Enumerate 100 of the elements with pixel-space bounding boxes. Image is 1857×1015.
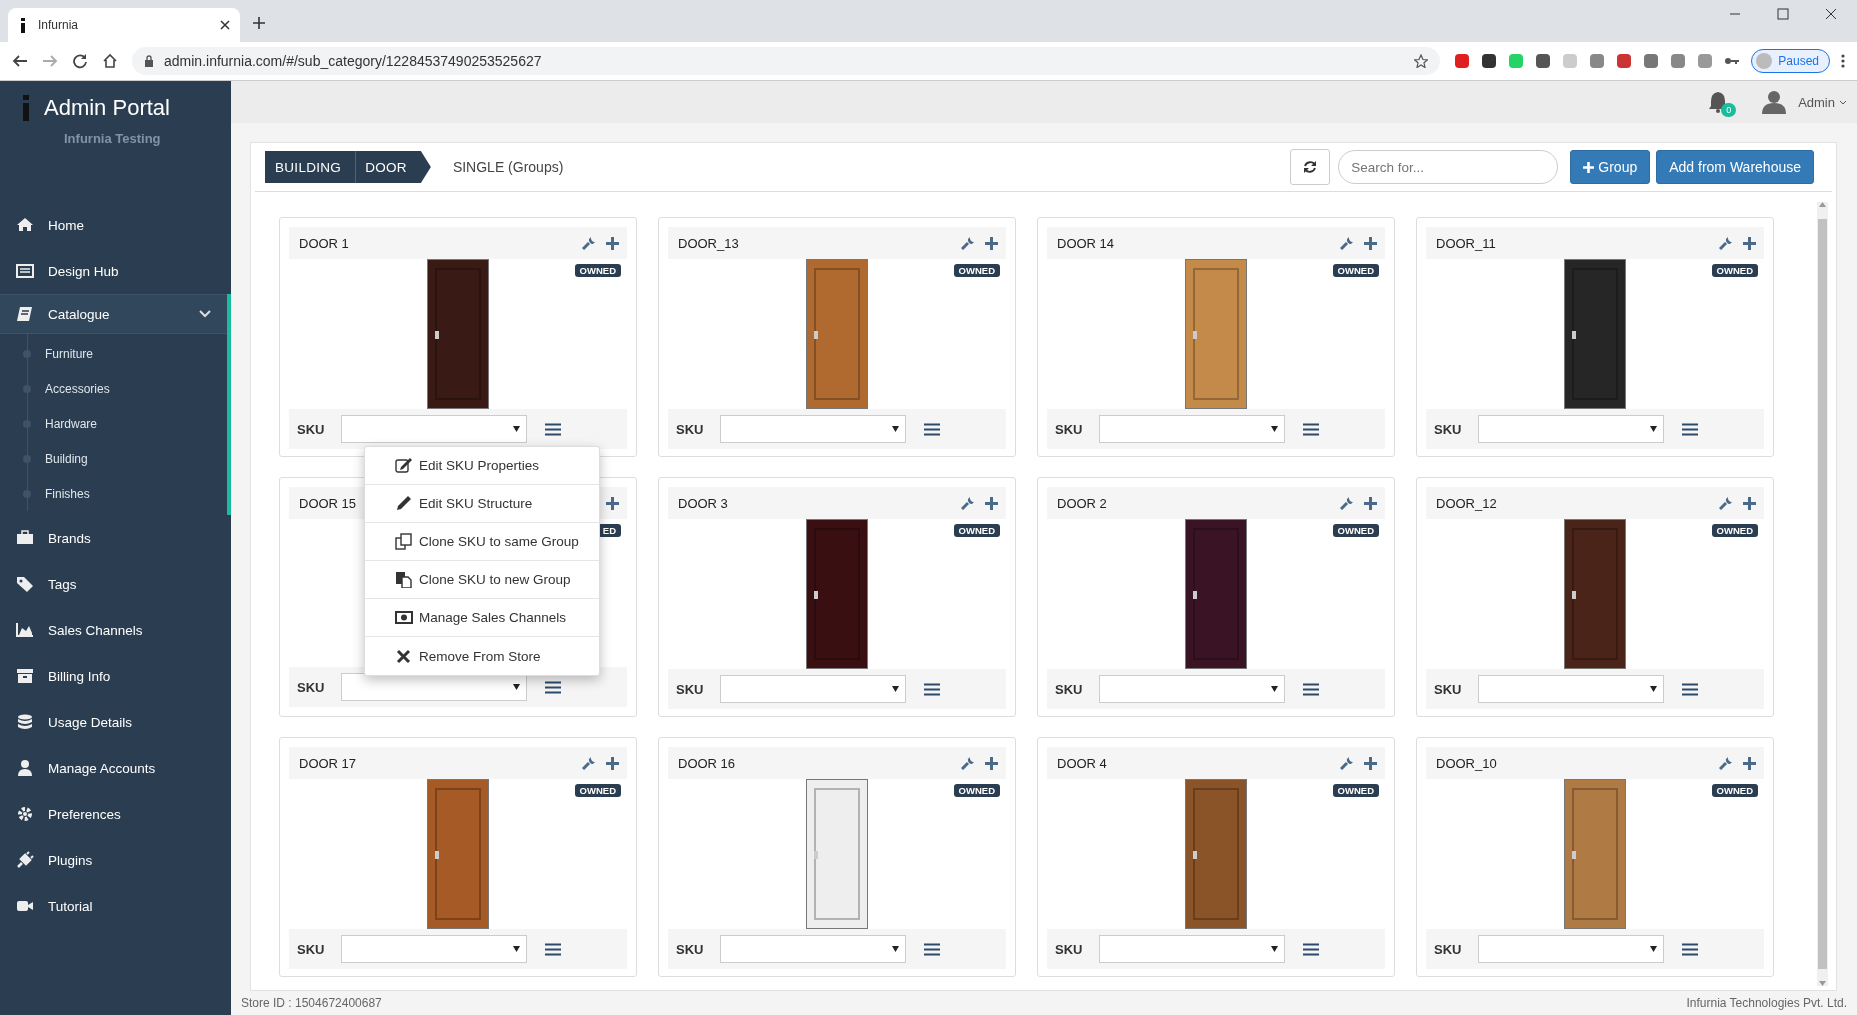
hamburger-menu-icon[interactable] bbox=[545, 942, 561, 956]
caret-icon bbox=[892, 946, 899, 952]
browser-tab[interactable]: Infurnia bbox=[8, 8, 240, 42]
sidebar-item[interactable]: Brands bbox=[0, 515, 231, 561]
back-icon[interactable] bbox=[12, 53, 28, 69]
card-title: DOOR 15 bbox=[299, 495, 357, 511]
plus-icon[interactable] bbox=[1364, 496, 1377, 510]
menu-item[interactable]: Manage Sales Channels bbox=[365, 599, 599, 637]
hamburger-menu-icon[interactable] bbox=[545, 422, 561, 436]
hamburger-menu-icon[interactable] bbox=[924, 942, 940, 956]
breadcrumb-item[interactable]: DOOR bbox=[355, 151, 431, 183]
owned-badge: OWNED bbox=[953, 264, 1000, 277]
menu-item[interactable]: Remove From Store bbox=[365, 637, 599, 675]
plus-icon[interactable] bbox=[1743, 496, 1756, 510]
hamburger-menu-icon[interactable] bbox=[1303, 942, 1319, 956]
plus-icon[interactable] bbox=[606, 496, 619, 510]
star-icon[interactable] bbox=[1414, 54, 1429, 68]
owned-badge: OWNED bbox=[953, 784, 1000, 797]
hamburger-menu-icon[interactable] bbox=[924, 422, 940, 436]
sku-label: SKU bbox=[1055, 421, 1084, 437]
wrench-icon[interactable] bbox=[1719, 496, 1733, 510]
sidebar-item[interactable]: Preferences bbox=[0, 791, 231, 837]
hamburger-menu-icon[interactable] bbox=[1682, 422, 1698, 436]
extension-icon[interactable] bbox=[1481, 53, 1498, 69]
owned-badge: OWNED bbox=[1332, 524, 1379, 537]
plus-icon[interactable] bbox=[985, 236, 998, 250]
sidebar-item[interactable]: Usage Details bbox=[0, 699, 231, 745]
scrollbar[interactable] bbox=[1817, 202, 1828, 986]
sidebar-item[interactable]: Catalogue bbox=[0, 294, 227, 334]
sidebar-item[interactable]: Manage Accounts bbox=[0, 745, 231, 791]
close-icon[interactable] bbox=[220, 20, 230, 30]
menu-icon[interactable] bbox=[1841, 53, 1845, 69]
home-icon[interactable] bbox=[102, 53, 118, 69]
submenu-item[interactable]: Building bbox=[45, 451, 88, 466]
wrench-icon[interactable] bbox=[582, 756, 596, 770]
user-menu[interactable]: Admin bbox=[1798, 94, 1847, 110]
card-title: DOOR_13 bbox=[678, 235, 739, 251]
menu-item[interactable]: Edit SKU Structure bbox=[365, 485, 599, 523]
hamburger-menu-icon[interactable] bbox=[545, 680, 561, 694]
breadcrumb-item[interactable]: BUILDING bbox=[265, 151, 356, 183]
plus-icon[interactable] bbox=[985, 496, 998, 510]
sku-label: SKU bbox=[1434, 941, 1463, 957]
menu-item-icon bbox=[395, 533, 413, 550]
maximize-icon[interactable] bbox=[1777, 8, 1789, 20]
sidebar-item[interactable]: Home bbox=[0, 202, 231, 248]
menu-item[interactable]: Clone SKU to same Group bbox=[365, 523, 599, 561]
wrench-icon[interactable] bbox=[1340, 756, 1354, 770]
wrench-icon[interactable] bbox=[961, 756, 975, 770]
menu-item[interactable]: Clone SKU to new Group bbox=[365, 561, 599, 599]
hamburger-menu-icon[interactable] bbox=[1682, 682, 1698, 696]
card-title: DOOR 17 bbox=[299, 755, 357, 771]
submenu-item[interactable]: Accessories bbox=[45, 381, 110, 396]
menu-item[interactable]: Edit SKU Properties bbox=[365, 447, 599, 485]
hamburger-menu-icon[interactable] bbox=[924, 682, 940, 696]
plus-icon[interactable] bbox=[985, 756, 998, 770]
plus-icon[interactable] bbox=[606, 756, 619, 770]
submenu-item[interactable]: Furniture bbox=[45, 346, 94, 361]
wrench-icon[interactable] bbox=[582, 236, 596, 250]
menu-item-icon bbox=[395, 495, 413, 512]
new-tab-icon[interactable] bbox=[252, 16, 266, 30]
add-group-button[interactable]: Group bbox=[1570, 150, 1651, 184]
wrench-icon[interactable] bbox=[1719, 236, 1733, 250]
sidebar-item[interactable]: Billing Info bbox=[0, 653, 231, 699]
add-from-warehouse-button[interactable]: Add from Warehouse bbox=[1656, 150, 1814, 184]
sidebar-item[interactable]: Tutorial bbox=[0, 883, 231, 929]
wrench-icon[interactable] bbox=[961, 236, 975, 250]
wrench-icon[interactable] bbox=[961, 496, 975, 510]
hamburger-menu-icon[interactable] bbox=[1303, 682, 1319, 696]
close-icon[interactable] bbox=[1825, 8, 1837, 20]
owned-badge: OWNED bbox=[1711, 784, 1758, 797]
hamburger-menu-icon[interactable] bbox=[1682, 942, 1698, 956]
sidebar-item[interactable]: Design Hub bbox=[0, 248, 231, 294]
wrench-icon[interactable] bbox=[1719, 756, 1733, 770]
wrench-icon[interactable] bbox=[1340, 496, 1354, 510]
reload-icon[interactable] bbox=[72, 53, 88, 69]
card-title: DOOR 16 bbox=[678, 755, 736, 771]
sidebar-item[interactable]: Tags bbox=[0, 561, 231, 607]
hamburger-menu-icon[interactable] bbox=[1303, 422, 1319, 436]
wrench-icon[interactable] bbox=[1340, 236, 1354, 250]
search-field[interactable]: Search for... bbox=[1338, 150, 1559, 184]
plus-icon[interactable] bbox=[1743, 236, 1756, 250]
refresh-button[interactable] bbox=[1290, 149, 1331, 185]
address-bar[interactable]: admin.infurnia.com/#/sub_category/12284537490253525627 bbox=[132, 47, 1441, 75]
sku-label: SKU bbox=[297, 941, 326, 957]
plus-icon[interactable] bbox=[606, 236, 619, 250]
submenu-item[interactable]: Finishes bbox=[45, 486, 90, 501]
plus-icon[interactable] bbox=[1743, 756, 1756, 770]
nav-icon bbox=[16, 713, 34, 731]
profile-button[interactable]: Paused bbox=[1751, 49, 1830, 73]
notification-count: 0 bbox=[1721, 103, 1737, 117]
nav-icon bbox=[16, 805, 34, 823]
plus-icon[interactable] bbox=[1364, 236, 1377, 250]
owned-badge: OWNED bbox=[1711, 264, 1758, 277]
chevron-icon[interactable] bbox=[199, 310, 211, 318]
sidebar-item[interactable]: Plugins bbox=[0, 837, 231, 883]
extension-icon[interactable] bbox=[1535, 53, 1552, 69]
plus-icon[interactable] bbox=[1364, 756, 1377, 770]
submenu-item[interactable]: Hardware bbox=[45, 416, 98, 431]
nav-icon bbox=[16, 851, 34, 869]
sidebar-item[interactable]: Sales Channels bbox=[0, 607, 231, 653]
